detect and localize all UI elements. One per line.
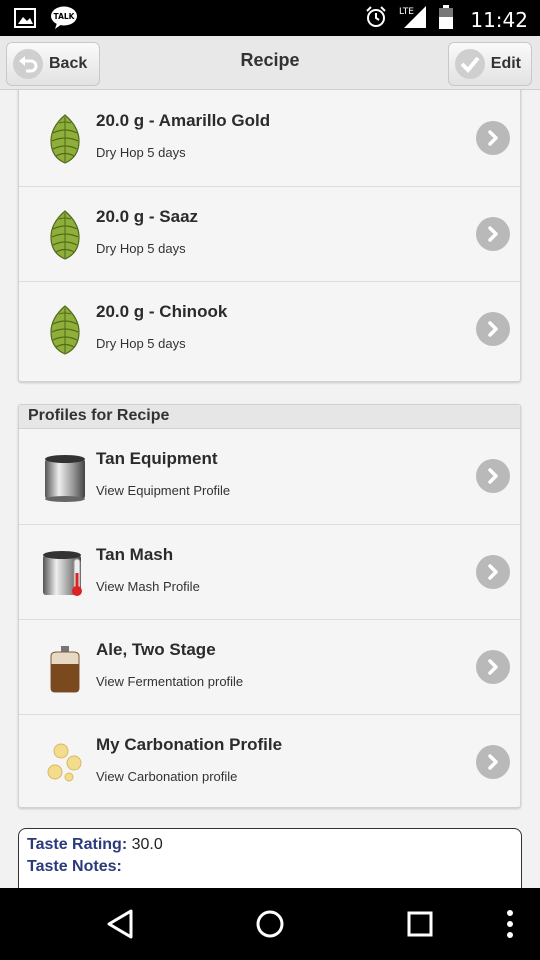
chevron-right-icon[interactable] <box>476 121 510 155</box>
taste-rating-label: Taste Rating: <box>27 836 128 853</box>
mash-kettle-thermometer-icon <box>41 547 89 599</box>
item-title: 20.0 g - Chinook <box>96 302 228 321</box>
list-item[interactable]: Ale, Two Stage View Fermentation profile <box>19 619 520 714</box>
edit-button-label: Edit <box>490 55 521 72</box>
list-item[interactable]: 20.0 g - Chinook Dry Hop 5 days <box>19 281 520 376</box>
taste-rating-value: 30.0 <box>131 836 163 853</box>
hops-list: 20.0 g - Amarillo Gold Dry Hop 5 days 20… <box>18 90 521 382</box>
alarm-icon <box>364 5 388 34</box>
chevron-right-icon[interactable] <box>476 217 510 251</box>
status-bar: TALK LTE 11:42 <box>0 0 540 36</box>
item-title: My Carbonation Profile <box>96 735 283 754</box>
chevron-right-icon[interactable] <box>476 650 510 684</box>
list-item[interactable]: Tan Equipment View Equipment Profile <box>19 429 520 524</box>
hop-icon <box>45 209 93 261</box>
item-subtitle: View Equipment Profile <box>96 483 231 498</box>
chevron-right-icon[interactable] <box>476 312 510 346</box>
item-title: Tan Mash <box>96 545 174 564</box>
recipe-content[interactable]: 20.0 g - Amarillo Gold Dry Hop 5 days 20… <box>0 90 540 888</box>
talk-notification-icon: TALK <box>50 6 78 35</box>
list-item[interactable]: 20.0 g - Saaz Dry Hop 5 days <box>19 186 520 281</box>
section-header: Profiles for Recipe <box>19 405 520 429</box>
network-label: LTE <box>399 7 414 17</box>
clock: 11:42 <box>470 7 528 32</box>
chevron-right-icon[interactable] <box>476 459 510 493</box>
overflow-menu-icon[interactable] <box>490 906 530 942</box>
chevron-right-icon[interactable] <box>476 745 510 779</box>
item-title: Tan Equipment <box>96 449 218 468</box>
battery-icon <box>438 4 454 35</box>
item-subtitle: Dry Hop 5 days <box>96 241 186 256</box>
profiles-list: Profiles for Recipe Tan Equipment View E… <box>18 404 521 808</box>
hop-icon <box>45 304 93 356</box>
item-title: Ale, Two Stage <box>96 640 216 659</box>
kettle-icon <box>41 451 89 503</box>
item-subtitle: Dry Hop 5 days <box>96 336 186 351</box>
item-subtitle: View Mash Profile <box>96 579 200 594</box>
action-bar: Back Recipe Edit <box>0 36 540 90</box>
edit-button[interactable]: Edit <box>448 42 532 86</box>
image-notification-icon <box>14 8 36 33</box>
item-subtitle: View Carbonation profile <box>96 769 238 784</box>
talk-badge-text: TALK <box>54 12 76 21</box>
checkmark-icon <box>455 49 485 79</box>
recents-nav-icon[interactable] <box>400 906 440 942</box>
item-title: 20.0 g - Saaz <box>96 207 199 226</box>
item-subtitle: Dry Hop 5 days <box>96 145 186 160</box>
home-nav-icon[interactable] <box>250 906 290 942</box>
item-title: 20.0 g - Amarillo Gold <box>96 111 271 130</box>
list-item[interactable]: 20.0 g - Amarillo Gold Dry Hop 5 days <box>19 91 520 186</box>
list-item[interactable]: My Carbonation Profile View Carbonation … <box>19 714 520 809</box>
chevron-right-icon[interactable] <box>476 555 510 589</box>
navigation-bar <box>0 888 540 960</box>
taste-notes-label: Taste Notes: <box>27 858 122 875</box>
back-nav-icon[interactable] <box>100 906 140 942</box>
list-item[interactable]: Tan Mash View Mash Profile <box>19 524 520 619</box>
hop-icon <box>45 113 93 165</box>
carbonation-bubbles-icon <box>41 737 89 789</box>
taste-panel: Taste Rating: 30.0 Taste Notes: <box>18 828 522 888</box>
lte-signal-icon: LTE <box>398 4 428 35</box>
item-subtitle: View Fermentation profile <box>96 674 244 689</box>
fermenter-icon <box>41 642 89 694</box>
